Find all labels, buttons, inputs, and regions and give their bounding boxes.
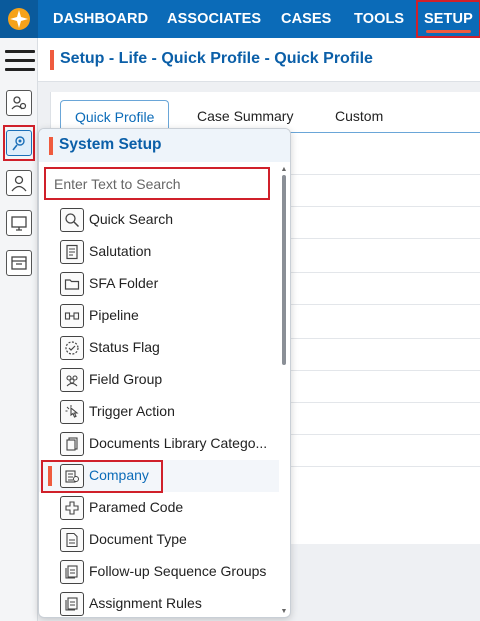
list-item-assignment-rules[interactable]: Assignment Rules: [39, 588, 279, 617]
list-item-documents-library[interactable]: Documents Library Catego...: [39, 428, 279, 460]
row-divider: [286, 338, 480, 339]
list-item-paramed-code[interactable]: Paramed Code: [39, 492, 279, 524]
item-label: Paramed Code: [89, 499, 184, 515]
star-logo-icon[interactable]: [0, 0, 38, 38]
row-divider: [286, 402, 480, 403]
status-flag-icon: [60, 336, 84, 360]
selected-item-highlight: [41, 460, 163, 493]
list-item-quick-search[interactable]: Quick Search: [39, 204, 279, 236]
magnifier-icon: [60, 208, 84, 232]
item-label: Field Group: [89, 371, 163, 387]
row-divider: [286, 206, 480, 207]
item-label: Pipeline: [89, 307, 139, 323]
nav-setup[interactable]: SETUP: [416, 0, 480, 38]
panel-title: System Setup: [59, 136, 162, 153]
row-divider: [286, 174, 480, 175]
search-input[interactable]: [46, 169, 268, 198]
system-setup-panel: System Setup Quick Search Salutation SFA…: [38, 128, 291, 618]
row-divider: [286, 238, 480, 239]
item-label: Document Type: [89, 531, 187, 547]
row-divider: [286, 434, 480, 435]
list-item-status-flag[interactable]: Status Flag: [39, 332, 279, 364]
group-icon: [60, 368, 84, 392]
medical-icon: [60, 496, 84, 520]
list-item-salutation[interactable]: Salutation: [39, 236, 279, 268]
nav-cases[interactable]: CASES: [281, 0, 331, 38]
document-icon: [60, 240, 84, 264]
documents-icon: [60, 432, 84, 456]
item-label: Documents Library Catego...: [89, 435, 268, 451]
document-type-icon: [60, 528, 84, 552]
header-accent-bar: [50, 50, 54, 70]
row-divider: [286, 466, 480, 467]
item-label: Quick Search: [89, 211, 174, 227]
item-label: Status Flag: [89, 339, 160, 355]
panel-accent-bar: [49, 137, 53, 155]
item-label: Trigger Action: [89, 403, 175, 419]
panel-scrollbar[interactable]: ▲ ▼: [280, 166, 288, 616]
top-navigation-bar: DASHBOARD ASSOCIATES CASES TOOLS SETUP: [0, 0, 480, 38]
layout-icon[interactable]: [6, 250, 32, 276]
item-label: SFA Folder: [89, 275, 159, 291]
pointer-click-icon: [60, 400, 84, 424]
list-item-sfa-folder[interactable]: SFA Folder: [39, 268, 279, 300]
nav-setup-label: SETUP: [424, 11, 473, 27]
search-box: [44, 167, 270, 200]
row-divider: [286, 370, 480, 371]
item-label: Assignment Rules: [89, 595, 202, 611]
list-item-document-type[interactable]: Document Type: [39, 524, 279, 556]
folder-icon: [60, 272, 84, 296]
nav-dashboard[interactable]: DASHBOARD: [53, 0, 148, 38]
list-item-follow-up-sequence-groups[interactable]: Follow-up Sequence Groups: [39, 556, 279, 588]
user-icon[interactable]: [6, 170, 32, 196]
active-tab-underline: [426, 30, 471, 33]
item-label: Follow-up Sequence Groups: [89, 563, 267, 579]
list-item-trigger-action[interactable]: Trigger Action: [39, 396, 279, 428]
row-divider: [286, 272, 480, 273]
page-header: Setup - Life - Quick Profile - Quick Pro…: [38, 38, 480, 82]
sequence-icon: [60, 560, 84, 584]
monitor-icon[interactable]: [6, 210, 32, 236]
scroll-down-icon[interactable]: ▼: [280, 608, 288, 616]
list-item-pipeline[interactable]: Pipeline: [39, 300, 279, 332]
scrollbar-thumb[interactable]: [282, 175, 286, 365]
list-item-field-group[interactable]: Field Group: [39, 364, 279, 396]
row-divider: [286, 304, 480, 305]
nav-associates[interactable]: ASSOCIATES: [167, 0, 261, 38]
page-title: Setup - Life - Quick Profile - Quick Pro…: [60, 50, 373, 67]
pipeline-icon: [60, 304, 84, 328]
scroll-up-icon[interactable]: ▲: [280, 166, 288, 174]
panel-header: System Setup: [39, 129, 290, 162]
profile-settings-icon[interactable]: [6, 90, 32, 116]
rules-icon: [60, 592, 84, 616]
nav-tools[interactable]: TOOLS: [354, 0, 404, 38]
item-label: Salutation: [89, 243, 152, 259]
left-rail: [0, 38, 38, 621]
menu-icon[interactable]: [5, 50, 35, 72]
tab-custom[interactable]: Custom: [335, 100, 383, 132]
system-setup-icon[interactable]: [6, 130, 32, 156]
